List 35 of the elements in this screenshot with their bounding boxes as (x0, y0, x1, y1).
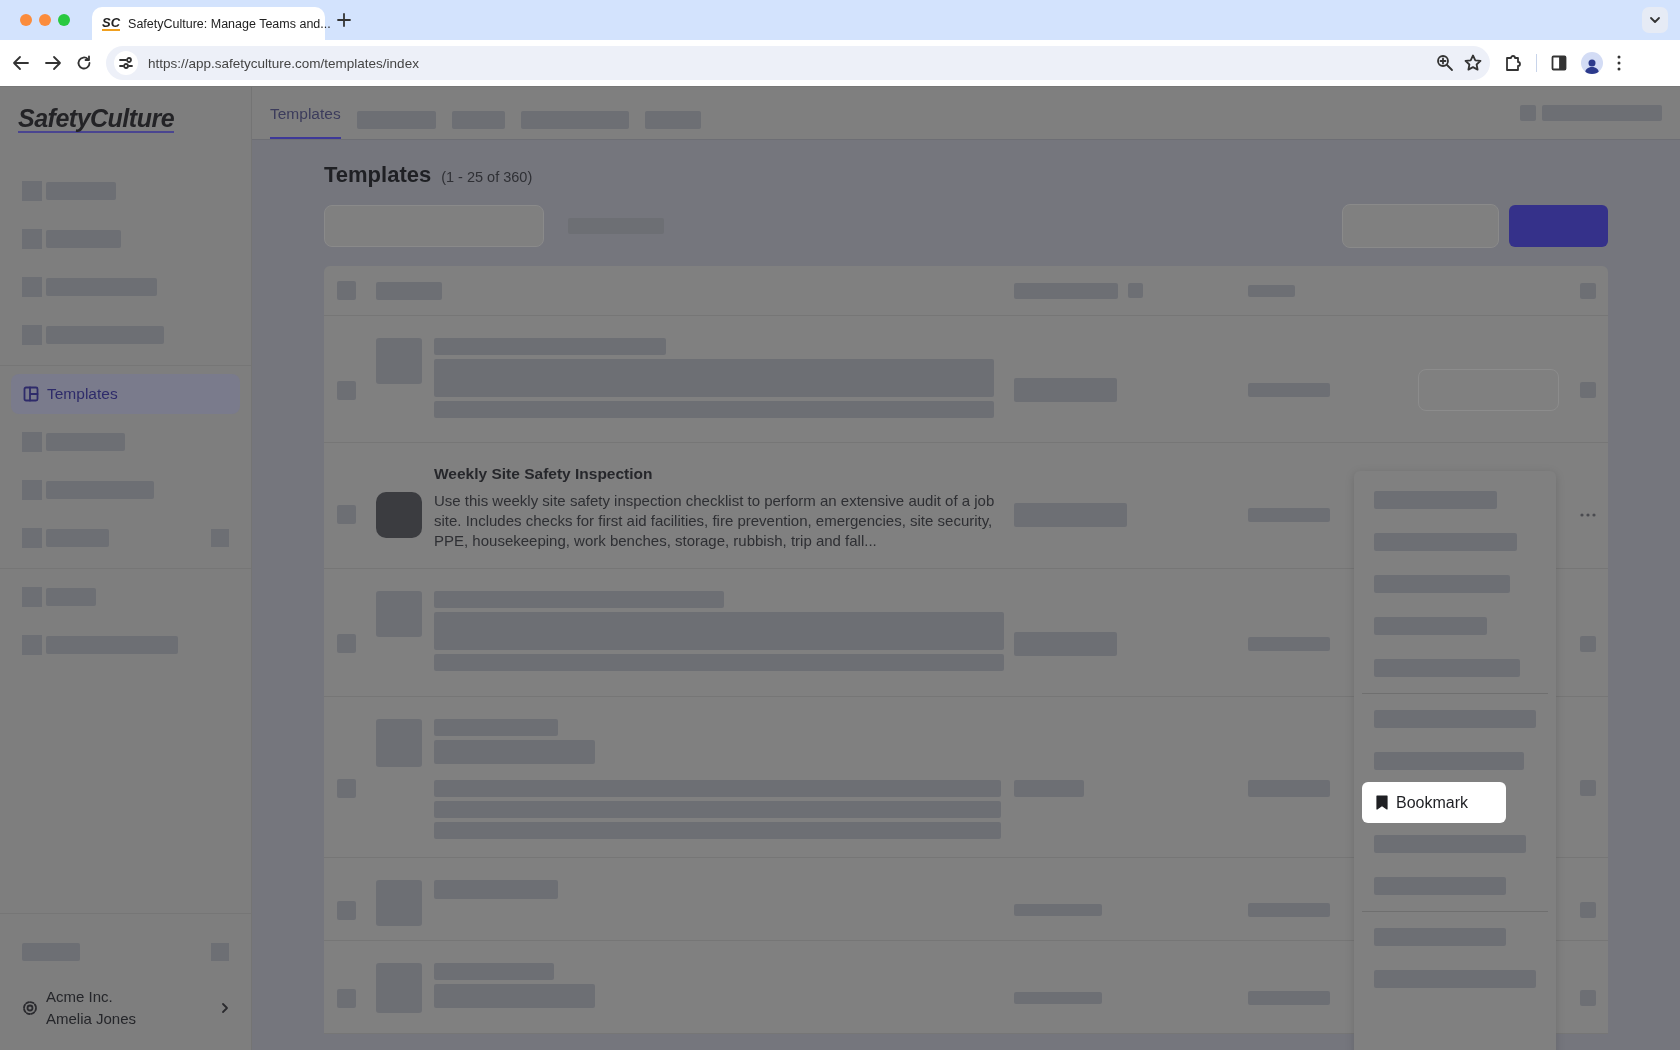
bookmark-icon (1376, 795, 1388, 810)
more-icon (1580, 512, 1596, 517)
address-bar[interactable]: https://app.safetyculture.com/templates/index (106, 46, 1490, 80)
reload-icon[interactable] (76, 55, 92, 71)
user-name: Amelia Jones (46, 1009, 138, 1029)
settings-icon (22, 1000, 38, 1016)
organization-name: Acme Inc. (46, 987, 114, 1007)
template-description: Use this weekly site safety inspection checklist to perform an extensive audit of a job site. Includes checks for first aid facilities, fire prevention, emergencies, site security, PPE, housekeeping, work benches, storage, rubbish, trip and fall... (434, 491, 996, 551)
site-settings-icon[interactable] (119, 56, 133, 70)
photo-placeholder (376, 491, 422, 538)
chevron-right-icon (221, 1002, 229, 1014)
side-panel-icon[interactable] (1551, 55, 1567, 71)
template-title[interactable]: Weekly Site Safety Inspection (434, 465, 1014, 483)
kebab-menu-icon[interactable] (1617, 55, 1621, 71)
back-icon[interactable] (12, 55, 30, 71)
profile-avatar[interactable] (1581, 52, 1603, 74)
star-icon[interactable] (1464, 54, 1482, 72)
tab-title: SafetyCulture: Manage Teams and... (128, 16, 331, 31)
layout-icon (23, 386, 39, 402)
tab-list-button[interactable] (1642, 7, 1668, 33)
account-switcher[interactable]: Acme Inc. Amelia Jones (0, 976, 251, 1040)
new-tab-icon[interactable] (337, 13, 351, 27)
page-title: Templates (324, 162, 432, 188)
url-text: https://app.safetyculture.com/templates/index (148, 55, 420, 71)
chevron-down-icon (1649, 16, 1661, 24)
zoom-in-icon[interactable] (1436, 54, 1454, 72)
forward-icon[interactable] (44, 55, 62, 71)
puzzle-icon[interactable] (1504, 54, 1522, 72)
person-icon (1585, 58, 1599, 74)
site-logo: SC (102, 16, 121, 31)
menu-item[interactable]: Bookmark (1362, 782, 1506, 823)
result-count: (1 - 25 of 360) (441, 169, 533, 185)
logo: SafetyCulture (18, 105, 175, 133)
tab[interactable]: Templates (270, 87, 341, 139)
sidebar-item[interactable]: Templates (11, 374, 240, 414)
